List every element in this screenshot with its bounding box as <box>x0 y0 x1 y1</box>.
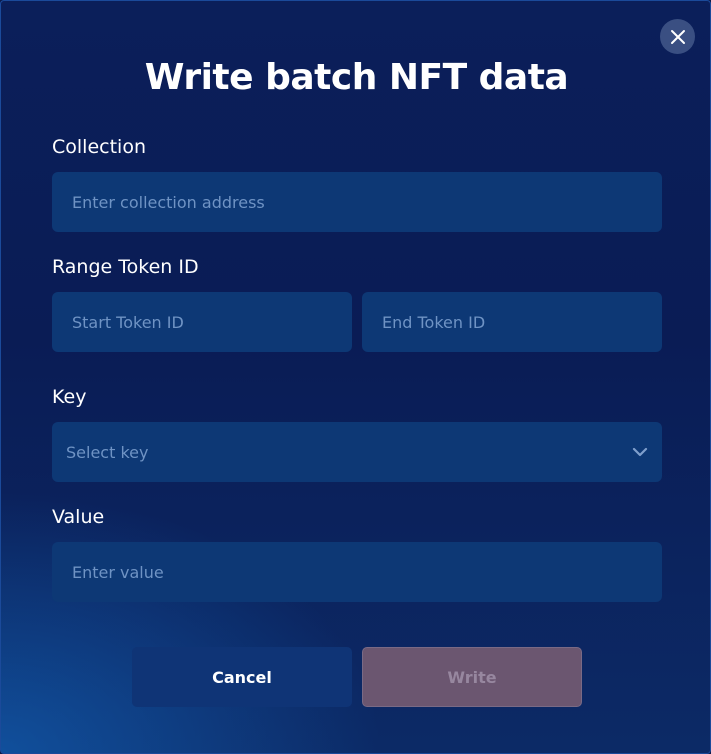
close-icon <box>670 29 685 44</box>
chevron-down-icon <box>632 444 648 460</box>
close-button[interactable] <box>660 19 695 54</box>
modal-title: Write batch NFT data <box>144 57 569 98</box>
value-input[interactable] <box>52 542 662 602</box>
key-select-value: Select key <box>66 442 149 462</box>
key-select[interactable]: Select key <box>52 422 662 482</box>
write-batch-nft-modal: Write batch NFT data Collection Range To… <box>0 0 711 754</box>
key-label: Key <box>52 386 87 408</box>
start-token-id-input[interactable] <box>52 292 352 352</box>
end-token-id-input[interactable] <box>362 292 662 352</box>
value-label: Value <box>52 506 105 528</box>
collection-label: Collection <box>52 136 146 158</box>
cancel-button[interactable]: Cancel <box>132 647 352 707</box>
write-button[interactable]: Write <box>362 647 582 707</box>
collection-address-input[interactable] <box>52 172 662 232</box>
range-token-id-label: Range Token ID <box>52 256 199 278</box>
